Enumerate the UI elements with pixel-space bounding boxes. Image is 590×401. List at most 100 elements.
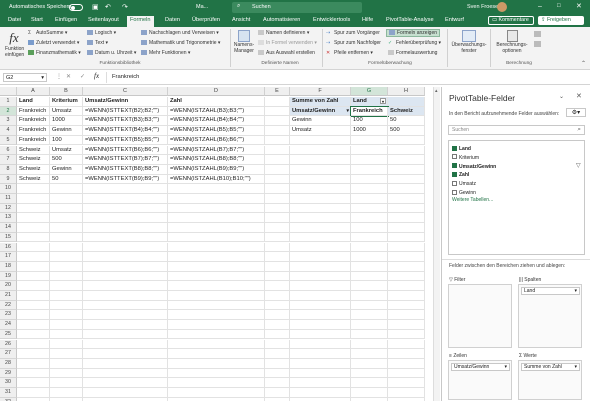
cell[interactable]: [50, 223, 83, 233]
cell[interactable]: [351, 145, 388, 156]
cell[interactable]: [290, 358, 351, 369]
cell[interactable]: [265, 271, 290, 282]
cell-b3[interactable]: 1000: [50, 116, 83, 127]
row-header[interactable]: 26: [0, 339, 17, 350]
cell[interactable]: [290, 339, 351, 350]
cell[interactable]: [290, 194, 351, 204]
cell[interactable]: [351, 223, 388, 233]
cell[interactable]: [351, 291, 388, 301]
comments-button[interactable]: ▭ Kommentare: [488, 16, 534, 25]
cell-b1[interactable]: Kriterium: [50, 97, 83, 107]
column-field-chip[interactable]: Land ▾: [521, 287, 580, 295]
filter-dropdown-icon[interactable]: ▾: [380, 98, 386, 104]
cell[interactable]: [265, 106, 290, 117]
tab-formeln[interactable]: Formeln: [127, 16, 154, 27]
cell[interactable]: [388, 145, 425, 156]
row-header[interactable]: 2: [0, 106, 17, 117]
cell-d1[interactable]: Zahl: [168, 97, 265, 107]
cell[interactable]: [83, 320, 168, 330]
worksheet-grid[interactable]: ABCDEFGH 1 2 3 4 5 6 7 8 9 10 11 12 13 14 15 16 17 18 19 20…: [0, 87, 440, 401]
cell[interactable]: [290, 378, 351, 388]
datetime-button[interactable]: Datum u. Uhrzeit ▾: [87, 50, 136, 56]
pivot-col-schweiz[interactable]: Schweiz: [388, 106, 425, 117]
cell[interactable]: [290, 164, 351, 175]
more-tables-link[interactable]: Weitere Tabellen...: [452, 197, 493, 203]
error-check-button[interactable]: ✓ Fehlerüberprüfung ▾: [388, 40, 441, 46]
cell[interactable]: [265, 203, 290, 214]
checkbox-icon[interactable]: [452, 189, 457, 195]
cell[interactable]: [351, 194, 388, 204]
vertical-scrollbar[interactable]: ▴: [433, 87, 440, 401]
cell[interactable]: [83, 300, 168, 311]
cell[interactable]: [83, 368, 168, 379]
cell[interactable]: [265, 174, 290, 185]
sort-icon[interactable]: ▾: [346, 107, 349, 116]
row-header[interactable]: 30: [0, 378, 17, 388]
cell[interactable]: [83, 388, 168, 398]
cell[interactable]: [290, 320, 351, 330]
cell[interactable]: [290, 310, 351, 321]
text-button[interactable]: Text ▾: [87, 40, 108, 46]
share-button[interactable]: ⇪ Freigeben: [538, 16, 584, 25]
column-header-f[interactable]: F: [290, 87, 351, 96]
row-header[interactable]: 13: [0, 213, 17, 224]
cell[interactable]: [168, 339, 265, 350]
cell[interactable]: [388, 271, 425, 282]
column-header-h[interactable]: H: [388, 87, 425, 96]
cell[interactable]: [388, 291, 425, 301]
cell[interactable]: [50, 281, 83, 291]
cell[interactable]: [290, 291, 351, 301]
autosave-toggle[interactable]: [69, 3, 83, 11]
cell[interactable]: [351, 135, 388, 146]
cell[interactable]: [290, 203, 351, 214]
cell[interactable]: [168, 320, 265, 330]
cell[interactable]: [168, 291, 265, 301]
tab-automatisieren[interactable]: Automatisieren: [263, 17, 300, 23]
cell[interactable]: [168, 310, 265, 321]
cell[interactable]: [265, 126, 290, 136]
row-header[interactable]: 25: [0, 329, 17, 340]
row-header[interactable]: 15: [0, 232, 17, 243]
cell[interactable]: [351, 155, 388, 165]
cell[interactable]: [50, 232, 83, 243]
calc-sheet-icon[interactable]: [534, 41, 541, 47]
financial-button[interactable]: Finanzmathematik ▾: [28, 50, 81, 56]
cell-d6[interactable]: =WENN(ISTZAHL(B7);B7;""): [168, 145, 265, 156]
cell[interactable]: [168, 281, 265, 291]
pivot-col-label[interactable]: Land ▾: [351, 97, 388, 107]
cell[interactable]: [290, 135, 351, 146]
cell[interactable]: [351, 203, 388, 214]
pivot-row-label[interactable]: Umsatz/Gewinn ▾: [290, 106, 351, 117]
insert-function-button[interactable]: fx Funktion einfügen: [5, 30, 24, 58]
cell[interactable]: [17, 203, 50, 214]
field-item[interactable]: Umsatz/Gewinn: [452, 163, 496, 171]
column-header-d[interactable]: D: [168, 87, 265, 96]
row-header[interactable]: 17: [0, 252, 17, 262]
column-header-c[interactable]: C: [83, 87, 168, 96]
cell[interactable]: [83, 232, 168, 243]
pivot-row-gewinn[interactable]: Gewinn: [290, 116, 351, 127]
row-header[interactable]: 21: [0, 291, 17, 301]
cell[interactable]: [388, 242, 425, 253]
collapse-ribbon-icon[interactable]: ⌃: [581, 60, 586, 67]
cell[interactable]: [351, 378, 388, 388]
row-header[interactable]: 28: [0, 358, 17, 369]
cell[interactable]: [351, 300, 388, 311]
cell[interactable]: [388, 261, 425, 272]
cell[interactable]: [17, 252, 50, 262]
cell[interactable]: [388, 349, 425, 359]
cell[interactable]: [17, 339, 50, 350]
field-item[interactable]: Zahl: [452, 171, 469, 179]
cell[interactable]: [83, 329, 168, 340]
cell[interactable]: [83, 242, 168, 253]
tab-entwicklertools[interactable]: Entwicklertools: [313, 17, 350, 23]
tab-ueberpruefen[interactable]: Überprüfen: [192, 17, 220, 23]
cell[interactable]: [290, 232, 351, 243]
cell[interactable]: [388, 213, 425, 224]
cell[interactable]: [17, 329, 50, 340]
cell[interactable]: [50, 242, 83, 253]
cell[interactable]: [388, 223, 425, 233]
cell[interactable]: [265, 378, 290, 388]
cell[interactable]: [265, 242, 290, 253]
cell[interactable]: [290, 184, 351, 194]
